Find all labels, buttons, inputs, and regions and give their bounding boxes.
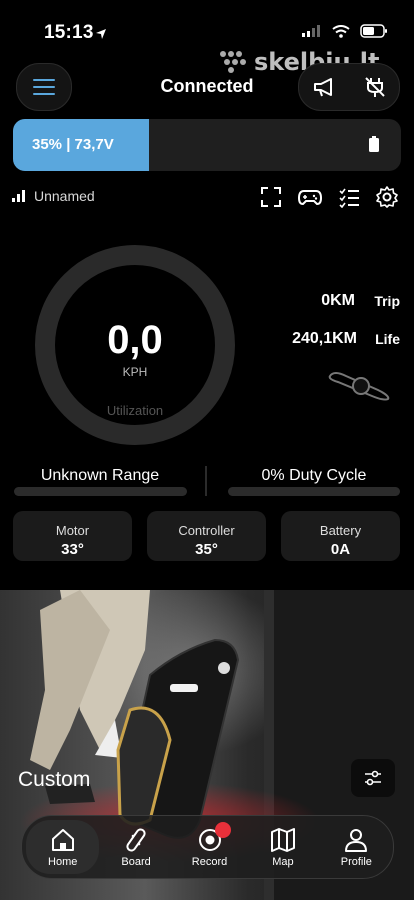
sliders-icon <box>365 770 381 786</box>
card-label: Battery <box>319 523 362 538</box>
card-label: Motor <box>55 523 90 538</box>
card-value: 35° <box>195 541 218 558</box>
controller-temp-card: Controller 35° <box>147 511 266 561</box>
megaphone-icon[interactable] <box>313 76 337 98</box>
fullscreen-icon[interactable] <box>260 186 282 208</box>
checklist-icon[interactable] <box>338 186 360 208</box>
recording-indicator <box>214 822 231 838</box>
cellular-signal-icon <box>302 25 320 37</box>
card-value: 33° <box>61 541 84 558</box>
utilization-label: Utilization <box>106 403 164 418</box>
map-icon <box>270 827 295 852</box>
board-silhouette-icon <box>328 372 390 401</box>
nav-profile[interactable]: Profile <box>320 816 393 878</box>
duty-cycle-label: 0% Duty Cycle <box>261 467 367 484</box>
location-arrow-icon <box>96 29 106 39</box>
speed-value: 0,0 <box>107 318 163 362</box>
nav-label: Board <box>121 855 151 868</box>
battery-bar: 35% | 73,7V <box>13 119 401 171</box>
signal-strength-icon <box>12 190 25 202</box>
nav-record[interactable]: Record <box>173 816 246 878</box>
wifi-icon <box>332 24 350 38</box>
header-actions <box>298 63 400 111</box>
speed-unit: KPH <box>122 365 148 379</box>
status-indicators <box>302 24 388 38</box>
trip-label: Trip <box>374 293 400 309</box>
tune-button[interactable] <box>351 759 395 797</box>
light-off-icon[interactable] <box>364 76 386 98</box>
range-bar <box>14 487 187 496</box>
battery-icon <box>369 136 379 152</box>
phone-battery-icon <box>360 24 387 38</box>
gear-icon[interactable] <box>376 186 398 208</box>
board-icon <box>126 827 146 852</box>
battery-current-card: Battery 0A <box>281 511 400 561</box>
nav-label: Home <box>48 855 78 868</box>
device-row: Unnamed <box>12 188 95 204</box>
nav-label: Profile <box>340 855 372 868</box>
card-value: 0A <box>330 541 351 558</box>
trip-value: 0KM <box>321 292 355 309</box>
profile-icon <box>345 828 368 852</box>
nav-map[interactable]: Map <box>246 816 319 878</box>
gamepad-icon[interactable] <box>298 186 322 208</box>
nav-board[interactable]: Board <box>99 816 172 878</box>
nav-label: Map <box>272 855 294 868</box>
life-value: 240,1KM <box>292 330 357 347</box>
nav-home[interactable]: Home <box>26 820 100 874</box>
card-label: Controller <box>178 523 235 538</box>
motor-temp-card: Motor 33° <box>13 511 132 561</box>
divider <box>205 466 207 496</box>
life-label: Life <box>375 331 400 347</box>
home-icon <box>51 828 74 851</box>
device-name: Unnamed <box>34 188 95 204</box>
profile-name: Custom <box>18 768 91 791</box>
toolbar <box>260 186 398 208</box>
watermark-logo-icon <box>220 51 246 73</box>
nav-label: Record <box>191 855 228 868</box>
bottom-nav: Home Board Record Map Profile <box>21 815 394 879</box>
battery-readout: 35% | 73,7V <box>32 136 114 153</box>
status-time: 15:13 <box>44 22 94 43</box>
range-label: Unknown Range <box>40 467 160 484</box>
duty-cycle-bar <box>228 487 400 496</box>
